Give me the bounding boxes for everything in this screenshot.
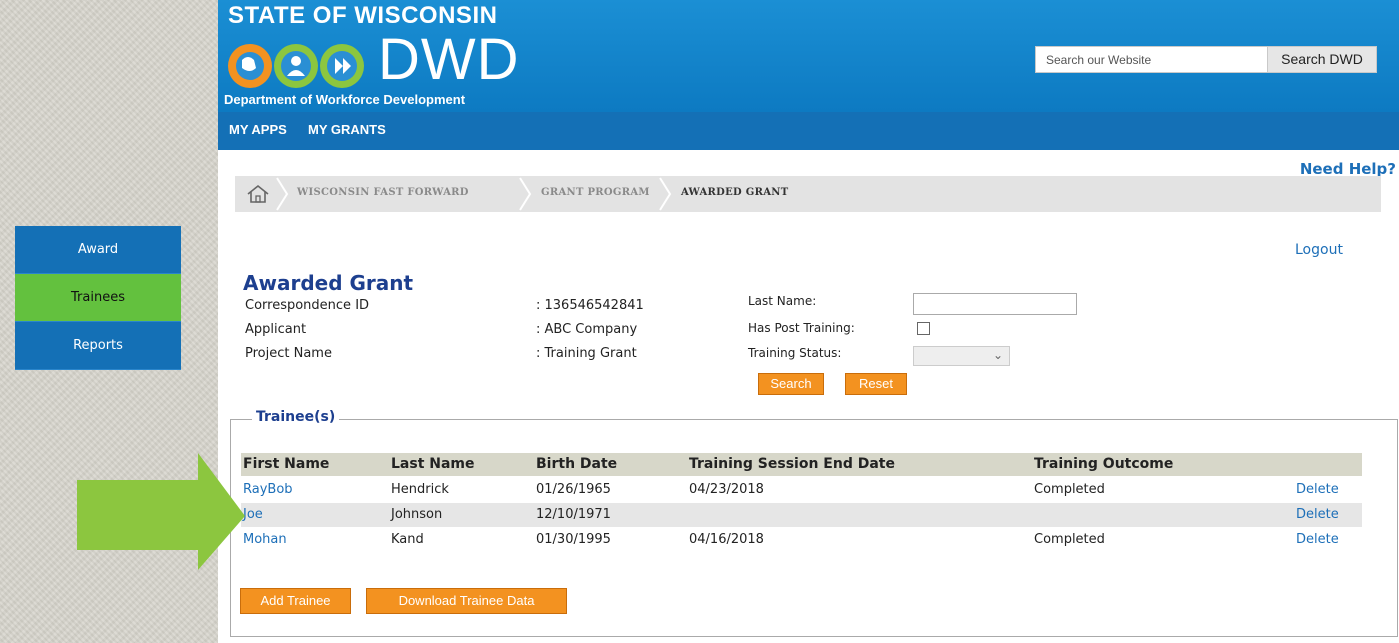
trainee-legend: Trainee(s) bbox=[252, 409, 340, 425]
trainee-outcome: Completed bbox=[1034, 482, 1105, 497]
table-row: Joe Johnson 12/10/1971 Delete bbox=[241, 503, 1362, 527]
breadcrumb-item-awarded-grant: AWARDED GRANT bbox=[681, 187, 789, 198]
trainee-last-name: Kand bbox=[391, 532, 424, 547]
site-search-input[interactable]: Search our Website bbox=[1035, 46, 1268, 73]
chevron-down-icon: ⌄ bbox=[992, 348, 1003, 362]
sidebar-item-reports[interactable]: Reports bbox=[15, 322, 181, 370]
column-header: First Name bbox=[243, 456, 330, 472]
add-trainee-button[interactable]: Add Trainee bbox=[240, 588, 351, 614]
trainee-table-header: First Name Last Name Birth Date Training… bbox=[241, 453, 1362, 476]
reset-button[interactable]: Reset bbox=[845, 373, 907, 395]
search-button[interactable]: Search bbox=[758, 373, 824, 395]
top-nav: MY APPS MY GRANTS bbox=[218, 112, 1399, 150]
column-header: Birth Date bbox=[536, 456, 618, 472]
trainee-last-name: Johnson bbox=[391, 507, 443, 522]
column-header: Training Session End Date bbox=[689, 456, 895, 472]
main-page: STATE OF WISCONSIN DWD Department of Wor… bbox=[218, 0, 1399, 643]
breadcrumb-item-fast-forward[interactable]: WISCONSIN FAST FORWARD bbox=[297, 187, 469, 198]
post-training-checkbox[interactable] bbox=[917, 322, 930, 335]
trainee-first-name-link[interactable]: Mohan bbox=[243, 532, 287, 547]
download-trainee-data-button[interactable]: Download Trainee Data bbox=[366, 588, 567, 614]
breadcrumb-separator-icon bbox=[519, 177, 532, 211]
logout-link[interactable]: Logout bbox=[1295, 242, 1343, 258]
column-header: Last Name bbox=[391, 456, 475, 472]
breadcrumb-separator-icon bbox=[276, 177, 289, 211]
trainee-first-name-link[interactable]: RayBob bbox=[243, 482, 293, 497]
site-search-button[interactable]: Search DWD bbox=[1268, 46, 1377, 73]
applicant-label: Applicant bbox=[245, 322, 307, 337]
breadcrumb: WISCONSIN FAST FORWARD GRANT PROGRAM AWA… bbox=[235, 176, 1381, 212]
page-title: Awarded Grant bbox=[243, 271, 414, 295]
last-name-filter-input[interactable] bbox=[913, 293, 1077, 315]
correspondence-id-label: Correspondence ID bbox=[245, 298, 370, 313]
agency-abbr: DWD bbox=[378, 27, 520, 92]
trainee-last-name: Hendrick bbox=[391, 482, 449, 497]
trainee-birth-date: 01/30/1995 bbox=[536, 532, 611, 547]
sidebar-item-award[interactable]: Award bbox=[15, 226, 181, 274]
correspondence-id-value: : 136546542841 bbox=[536, 298, 644, 313]
delete-link[interactable]: Delete bbox=[1296, 507, 1339, 522]
breadcrumb-separator-icon bbox=[659, 177, 672, 211]
state-text: STATE OF WISCONSIN bbox=[228, 2, 498, 29]
agency-name: Department of Workforce Development bbox=[224, 92, 466, 107]
post-training-label: Has Post Training: bbox=[748, 321, 855, 335]
project-name-value: : Training Grant bbox=[536, 346, 637, 361]
table-row: Mohan Kand 01/30/1995 04/16/2018 Complet… bbox=[241, 528, 1362, 552]
table-row: RayBob Hendrick 01/26/1965 04/23/2018 Co… bbox=[241, 478, 1362, 502]
dwd-logo-icon bbox=[228, 44, 364, 88]
applicant-value: : ABC Company bbox=[536, 322, 638, 337]
delete-link[interactable]: Delete bbox=[1296, 532, 1339, 547]
delete-link[interactable]: Delete bbox=[1296, 482, 1339, 497]
site-header: STATE OF WISCONSIN DWD Department of Wor… bbox=[218, 0, 1399, 112]
trainee-outcome: Completed bbox=[1034, 532, 1105, 547]
trainee-end-date: 04/23/2018 bbox=[689, 482, 764, 497]
project-name-label: Project Name bbox=[245, 346, 332, 361]
nav-my-apps[interactable]: MY APPS bbox=[229, 122, 287, 137]
sidebar-item-trainees[interactable]: Trainees bbox=[15, 274, 181, 322]
column-header: Training Outcome bbox=[1034, 456, 1174, 472]
trainee-first-name-link[interactable]: Joe bbox=[243, 507, 263, 522]
training-status-select[interactable]: ⌄ bbox=[913, 346, 1010, 366]
training-status-label: Training Status: bbox=[748, 346, 842, 360]
trainee-birth-date: 12/10/1971 bbox=[536, 507, 611, 522]
side-nav: Award Trainees Reports bbox=[15, 226, 181, 370]
last-name-filter-label: Last Name: bbox=[748, 294, 817, 308]
breadcrumb-item-grant-program[interactable]: GRANT PROGRAM bbox=[541, 187, 650, 198]
nav-my-grants[interactable]: MY GRANTS bbox=[308, 122, 386, 137]
trainee-end-date: 04/16/2018 bbox=[689, 532, 764, 547]
trainee-birth-date: 01/26/1965 bbox=[536, 482, 611, 497]
home-icon[interactable] bbox=[245, 183, 271, 205]
